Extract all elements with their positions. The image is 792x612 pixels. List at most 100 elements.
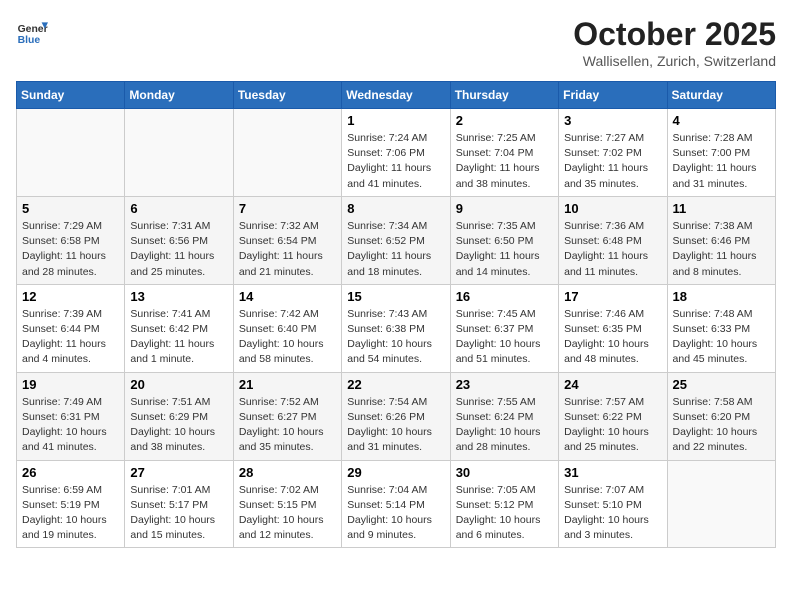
day-info: Sunrise: 7:54 AM Sunset: 6:26 PM Dayligh… xyxy=(347,395,444,456)
day-info: Sunrise: 7:36 AM Sunset: 6:48 PM Dayligh… xyxy=(564,219,661,280)
calendar-cell: 1 Sunrise: 7:24 AM Sunset: 7:06 PM Daylig… xyxy=(342,109,450,197)
day-number: 4 xyxy=(673,113,770,128)
day-header-wednesday: Wednesday xyxy=(342,82,450,109)
day-number: 20 xyxy=(130,377,227,392)
day-info: Sunrise: 7:28 AM Sunset: 7:00 PM Dayligh… xyxy=(673,131,770,192)
calendar-cell: 26 Sunrise: 6:59 AM Sunset: 5:19 PM Dayli… xyxy=(17,460,125,548)
week-row-4: 19Sunrise: 7:49 AM Sunset: 6:31 PM Dayli… xyxy=(17,372,776,460)
day-info: Sunrise: 7:25 AM Sunset: 7:04 PM Dayligh… xyxy=(456,131,553,192)
month-title: October 2025 xyxy=(573,16,776,53)
calendar-cell xyxy=(667,460,775,548)
day-header-sunday: Sunday xyxy=(17,82,125,109)
day-number: 8 xyxy=(347,201,444,216)
day-info: Sunrise: 7:04 AM Sunset: 5:14 PM Dayligh… xyxy=(347,483,444,544)
day-number: 18 xyxy=(673,289,770,304)
calendar-cell: 31 Sunrise: 7:07 AM Sunset: 5:10 PM Dayli… xyxy=(559,460,667,548)
day-info: Sunrise: 7:39 AM Sunset: 6:44 PM Dayligh… xyxy=(22,307,119,368)
day-info: Sunrise: 7:34 AM Sunset: 6:52 PM Dayligh… xyxy=(347,219,444,280)
week-row-3: 12Sunrise: 7:39 AM Sunset: 6:44 PM Dayli… xyxy=(17,284,776,372)
calendar-cell: 20 Sunrise: 7:51 AM Sunset: 6:29 PM Dayli… xyxy=(125,372,233,460)
calendar-cell: 12Sunrise: 7:39 AM Sunset: 6:44 PM Dayli… xyxy=(17,284,125,372)
day-number: 31 xyxy=(564,465,661,480)
calendar-cell: 22Sunrise: 7:54 AM Sunset: 6:26 PM Dayli… xyxy=(342,372,450,460)
calendar-cell: 13 Sunrise: 7:41 AM Sunset: 6:42 PM Dayli… xyxy=(125,284,233,372)
calendar-cell: 10Sunrise: 7:36 AM Sunset: 6:48 PM Dayli… xyxy=(559,196,667,284)
day-info: Sunrise: 7:32 AM Sunset: 6:54 PM Dayligh… xyxy=(239,219,336,280)
calendar-cell: 23Sunrise: 7:55 AM Sunset: 6:24 PM Dayli… xyxy=(450,372,558,460)
calendar-cell: 5 Sunrise: 7:29 AM Sunset: 6:58 PM Daylig… xyxy=(17,196,125,284)
week-row-2: 5 Sunrise: 7:29 AM Sunset: 6:58 PM Daylig… xyxy=(17,196,776,284)
day-number: 24 xyxy=(564,377,661,392)
location: Wallisellen, Zurich, Switzerland xyxy=(573,53,776,69)
calendar-cell: 8 Sunrise: 7:34 AM Sunset: 6:52 PM Daylig… xyxy=(342,196,450,284)
day-number: 27 xyxy=(130,465,227,480)
day-info: Sunrise: 7:43 AM Sunset: 6:38 PM Dayligh… xyxy=(347,307,444,368)
day-number: 9 xyxy=(456,201,553,216)
day-number: 29 xyxy=(347,465,444,480)
logo: General Blue xyxy=(16,16,48,48)
day-info: Sunrise: 7:02 AM Sunset: 5:15 PM Dayligh… xyxy=(239,483,336,544)
day-header-monday: Monday xyxy=(125,82,233,109)
day-info: Sunrise: 7:42 AM Sunset: 6:40 PM Dayligh… xyxy=(239,307,336,368)
title-block: October 2025 Wallisellen, Zurich, Switze… xyxy=(573,16,776,69)
day-number: 19 xyxy=(22,377,119,392)
day-number: 5 xyxy=(22,201,119,216)
calendar-cell: 29 Sunrise: 7:04 AM Sunset: 5:14 PM Dayli… xyxy=(342,460,450,548)
day-info: Sunrise: 7:38 AM Sunset: 6:46 PM Dayligh… xyxy=(673,219,770,280)
calendar-cell: 3 Sunrise: 7:27 AM Sunset: 7:02 PM Daylig… xyxy=(559,109,667,197)
day-info: Sunrise: 7:58 AM Sunset: 6:20 PM Dayligh… xyxy=(673,395,770,456)
day-number: 26 xyxy=(22,465,119,480)
day-number: 25 xyxy=(673,377,770,392)
day-number: 28 xyxy=(239,465,336,480)
day-number: 11 xyxy=(673,201,770,216)
day-number: 21 xyxy=(239,377,336,392)
day-info: Sunrise: 7:57 AM Sunset: 6:22 PM Dayligh… xyxy=(564,395,661,456)
day-number: 14 xyxy=(239,289,336,304)
day-info: Sunrise: 7:52 AM Sunset: 6:27 PM Dayligh… xyxy=(239,395,336,456)
calendar-cell xyxy=(125,109,233,197)
day-number: 6 xyxy=(130,201,227,216)
calendar-cell: 6 Sunrise: 7:31 AM Sunset: 6:56 PM Daylig… xyxy=(125,196,233,284)
day-number: 1 xyxy=(347,113,444,128)
calendar-cell: 24 Sunrise: 7:57 AM Sunset: 6:22 PM Dayli… xyxy=(559,372,667,460)
day-info: Sunrise: 7:41 AM Sunset: 6:42 PM Dayligh… xyxy=(130,307,227,368)
day-number: 23 xyxy=(456,377,553,392)
calendar-cell: 2 Sunrise: 7:25 AM Sunset: 7:04 PM Daylig… xyxy=(450,109,558,197)
day-info: Sunrise: 7:51 AM Sunset: 6:29 PM Dayligh… xyxy=(130,395,227,456)
day-header-tuesday: Tuesday xyxy=(233,82,341,109)
day-number: 7 xyxy=(239,201,336,216)
day-info: Sunrise: 7:29 AM Sunset: 6:58 PM Dayligh… xyxy=(22,219,119,280)
calendar-cell: 28 Sunrise: 7:02 AM Sunset: 5:15 PM Dayli… xyxy=(233,460,341,548)
day-info: Sunrise: 6:59 AM Sunset: 5:19 PM Dayligh… xyxy=(22,483,119,544)
day-number: 30 xyxy=(456,465,553,480)
calendar-cell: 21 Sunrise: 7:52 AM Sunset: 6:27 PM Dayli… xyxy=(233,372,341,460)
day-number: 17 xyxy=(564,289,661,304)
calendar-cell: 27 Sunrise: 7:01 AM Sunset: 5:17 PM Dayli… xyxy=(125,460,233,548)
calendar-cell: 4 Sunrise: 7:28 AM Sunset: 7:00 PM Daylig… xyxy=(667,109,775,197)
calendar-cell xyxy=(233,109,341,197)
day-info: Sunrise: 7:35 AM Sunset: 6:50 PM Dayligh… xyxy=(456,219,553,280)
day-info: Sunrise: 7:07 AM Sunset: 5:10 PM Dayligh… xyxy=(564,483,661,544)
calendar-cell: 17 Sunrise: 7:46 AM Sunset: 6:35 PM Dayli… xyxy=(559,284,667,372)
calendar-cell: 14 Sunrise: 7:42 AM Sunset: 6:40 PM Dayli… xyxy=(233,284,341,372)
day-number: 3 xyxy=(564,113,661,128)
logo-icon: General Blue xyxy=(16,16,48,48)
svg-text:Blue: Blue xyxy=(18,35,41,46)
day-info: Sunrise: 7:46 AM Sunset: 6:35 PM Dayligh… xyxy=(564,307,661,368)
day-header-friday: Friday xyxy=(559,82,667,109)
day-info: Sunrise: 7:45 AM Sunset: 6:37 PM Dayligh… xyxy=(456,307,553,368)
day-info: Sunrise: 7:24 AM Sunset: 7:06 PM Dayligh… xyxy=(347,131,444,192)
day-number: 13 xyxy=(130,289,227,304)
header-row: SundayMondayTuesdayWednesdayThursdayFrid… xyxy=(17,82,776,109)
day-header-saturday: Saturday xyxy=(667,82,775,109)
day-info: Sunrise: 7:01 AM Sunset: 5:17 PM Dayligh… xyxy=(130,483,227,544)
day-info: Sunrise: 7:31 AM Sunset: 6:56 PM Dayligh… xyxy=(130,219,227,280)
calendar-cell: 7 Sunrise: 7:32 AM Sunset: 6:54 PM Daylig… xyxy=(233,196,341,284)
day-info: Sunrise: 7:05 AM Sunset: 5:12 PM Dayligh… xyxy=(456,483,553,544)
day-info: Sunrise: 7:27 AM Sunset: 7:02 PM Dayligh… xyxy=(564,131,661,192)
day-number: 2 xyxy=(456,113,553,128)
day-info: Sunrise: 7:48 AM Sunset: 6:33 PM Dayligh… xyxy=(673,307,770,368)
week-row-5: 26 Sunrise: 6:59 AM Sunset: 5:19 PM Dayli… xyxy=(17,460,776,548)
calendar-table: SundayMondayTuesdayWednesdayThursdayFrid… xyxy=(16,81,776,548)
day-header-thursday: Thursday xyxy=(450,82,558,109)
